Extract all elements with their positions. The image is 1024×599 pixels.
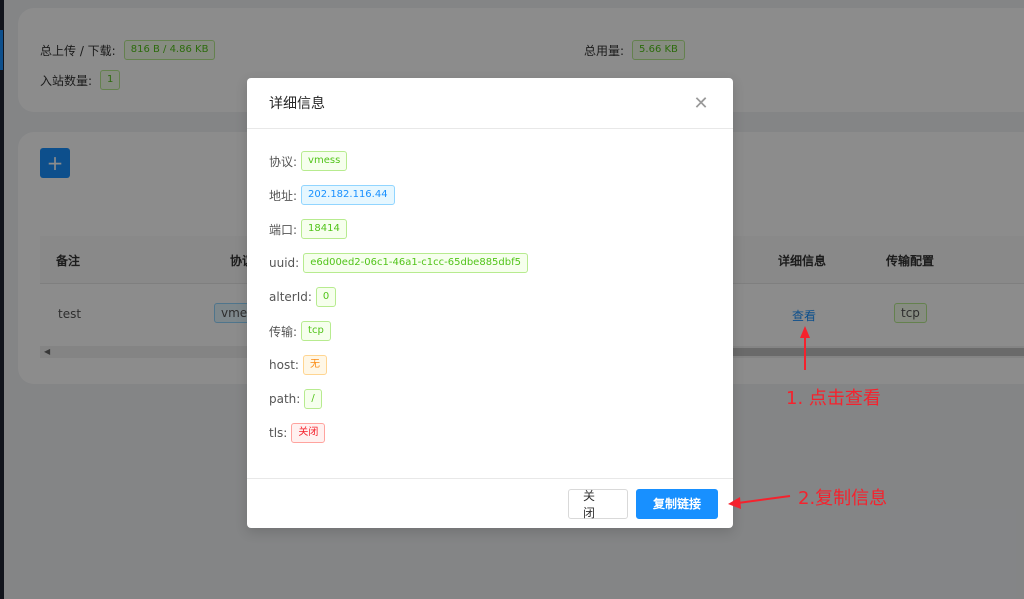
annotation-step2: 2.复制信息: [798, 488, 888, 509]
annotation-step1: 1. 点击查看: [786, 388, 881, 409]
arrow-left-icon: [728, 495, 791, 509]
arrow-up-icon: [800, 326, 810, 370]
